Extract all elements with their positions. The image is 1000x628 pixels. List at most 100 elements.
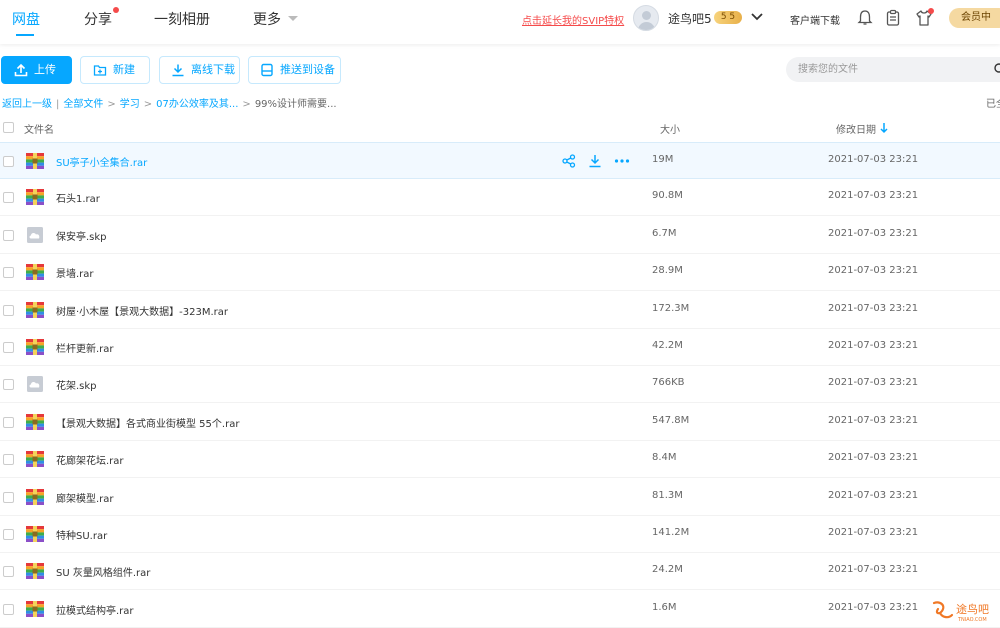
- table-row[interactable]: SU亭子小全集合.rar 19M 2021-07-03 23:21: [0, 142, 1000, 179]
- table-header: 文件名 大小 修改日期: [0, 117, 1000, 139]
- rar-file-icon: [26, 339, 44, 355]
- row-checkbox[interactable]: [3, 529, 14, 540]
- table-row[interactable]: 栏杆更新.rar 42.2M 2021-07-03 23:21: [0, 329, 1000, 366]
- file-name[interactable]: 栏杆更新.rar: [56, 340, 114, 355]
- column-header-date[interactable]: 修改日期: [836, 121, 876, 136]
- row-checkbox[interactable]: [3, 304, 14, 316]
- nav-tab-share[interactable]: 分享: [84, 9, 112, 29]
- chevron-down-icon[interactable]: [288, 16, 298, 21]
- svip-renew-link[interactable]: 点击延长我的SVIP特权: [522, 12, 624, 27]
- table-row[interactable]: 拉模式结构亭.rar 1.6M 2021-07-03 23:21: [0, 591, 1000, 628]
- file-name[interactable]: SU亭子小全集合.rar: [56, 154, 147, 169]
- file-name[interactable]: 特种SU.rar: [56, 527, 107, 542]
- more-icon[interactable]: [614, 154, 630, 168]
- file-size: 90.8M: [652, 190, 683, 202]
- nav-tab-album[interactable]: 一刻相册: [154, 9, 210, 29]
- skp-file-icon: [26, 376, 44, 393]
- push-to-device-button[interactable]: 推送到设备: [248, 56, 341, 84]
- row-checkbox[interactable]: [3, 342, 14, 353]
- file-size: 6.7M: [652, 227, 677, 239]
- file-name[interactable]: 景墙.rar: [56, 265, 94, 280]
- select-all-checkbox[interactable]: [3, 122, 14, 133]
- breadcrumb-item-study[interactable]: 学习: [120, 99, 140, 110]
- top-bar: 网盘 分享 一刻相册 更多 点击延长我的SVIP特权 途鸟吧5 5 5 客户端下…: [0, 0, 1000, 44]
- breadcrumb: 返回上一级 | 全部文件 > 学习 >07办公效率及其... >99%设计师需要...: [2, 99, 337, 110]
- table-row[interactable]: 石头1.rar 90.8M 2021-07-03 23:21: [0, 179, 1000, 217]
- file-modified-date: 2021-07-03 23:21: [828, 227, 919, 239]
- nav-tab-more[interactable]: 更多: [253, 9, 281, 29]
- breadcrumb-item-office[interactable]: 07办公效率及其...: [156, 99, 238, 110]
- file-size: 8.4M: [652, 452, 677, 464]
- member-center-button[interactable]: 会员中: [949, 8, 1000, 28]
- avatar[interactable]: [633, 5, 659, 31]
- upload-button[interactable]: 上传: [1, 56, 72, 84]
- table-row[interactable]: 特种SU.rar 141.2M 2021-07-03 23:21: [0, 516, 1000, 553]
- file-modified-date: 2021-07-03 23:21: [828, 601, 919, 613]
- file-modified-date: 2021-07-03 23:21: [828, 154, 919, 165]
- rar-file-icon: [26, 264, 44, 281]
- search-icon[interactable]: [994, 63, 1000, 75]
- new-button[interactable]: 新建: [80, 56, 150, 84]
- column-header-name[interactable]: 文件名: [24, 121, 54, 136]
- rar-file-icon: [26, 301, 44, 318]
- file-size: 547.8M: [652, 414, 690, 426]
- row-checkbox[interactable]: [3, 491, 14, 503]
- bell-icon[interactable]: [856, 9, 874, 27]
- file-name[interactable]: 廊架模型.rar: [56, 490, 114, 505]
- breadcrumb-back-link[interactable]: 返回上一级: [2, 99, 52, 110]
- row-checkbox[interactable]: [3, 229, 14, 241]
- client-download-link[interactable]: 客户端下载: [790, 12, 840, 27]
- search-input[interactable]: 搜索您的文件: [786, 57, 1000, 82]
- download-icon[interactable]: [588, 154, 602, 168]
- file-modified-date: 2021-07-03 23:21: [828, 377, 919, 389]
- clipboard-icon[interactable]: [884, 9, 902, 27]
- row-checkbox[interactable]: [3, 416, 14, 428]
- file-name[interactable]: 拉模式结构亭.rar: [56, 602, 134, 617]
- row-checkbox[interactable]: [3, 379, 14, 391]
- file-size: 1.6M: [652, 601, 677, 613]
- share-icon[interactable]: [562, 154, 576, 168]
- file-size: 141.2M: [652, 527, 690, 538]
- row-checkbox[interactable]: [3, 156, 14, 167]
- offline-download-button[interactable]: 离线下载: [159, 56, 240, 84]
- table-row[interactable]: 【景观大数据】各式商业街模型 55个.rar 547.8M 2021-07-03 2…: [0, 404, 1000, 441]
- sort-descending-icon[interactable]: [879, 122, 889, 134]
- file-name[interactable]: 【景观大数据】各式商业街模型 55个.rar: [56, 415, 239, 430]
- file-size: 81.3M: [652, 489, 683, 501]
- row-checkbox[interactable]: [3, 603, 14, 615]
- file-modified-date: 2021-07-03 23:21: [828, 527, 919, 538]
- table-row[interactable]: 保安亭.skp 6.7M 2021-07-03 23:21: [0, 217, 1000, 254]
- table-row[interactable]: 树屋·小木屋【景观大数据】-323M.rar 172.3M 2021-07-03 2…: [0, 292, 1000, 329]
- file-modified-date: 2021-07-03 23:21: [828, 414, 919, 426]
- row-checkbox[interactable]: [3, 267, 14, 279]
- nav-tab-netdisk[interactable]: 网盘: [12, 9, 40, 29]
- file-name[interactable]: 石头1.rar: [56, 190, 100, 205]
- rar-file-icon: [26, 413, 44, 430]
- device-icon: [261, 63, 273, 77]
- file-name[interactable]: 花架.skp: [56, 377, 97, 392]
- table-row[interactable]: SU 灰量风格组件.rar 24.2M 2021-07-03 23:21: [0, 553, 1000, 591]
- table-row[interactable]: 花廊架花坛.rar 8.4M 2021-07-03 23:21: [0, 441, 1000, 479]
- file-size: 19M: [652, 154, 674, 165]
- row-checkbox[interactable]: [3, 192, 14, 204]
- file-name[interactable]: 花廊架花坛.rar: [56, 452, 124, 467]
- breadcrumb-item-current: 99%设计师需要...: [254, 99, 337, 110]
- column-header-size[interactable]: 大小: [660, 121, 680, 136]
- table-row[interactable]: 景墙.rar 28.9M 2021-07-03 23:21: [0, 254, 1000, 292]
- file-modified-date: 2021-07-03 23:21: [828, 564, 919, 576]
- breadcrumb-item-all-files[interactable]: 全部文件: [63, 99, 103, 110]
- rar-file-icon: [26, 563, 44, 580]
- rar-file-icon: [26, 526, 44, 542]
- file-name[interactable]: 树屋·小木屋【景观大数据】-323M.rar: [56, 303, 228, 318]
- row-checkbox[interactable]: [3, 454, 14, 466]
- file-name[interactable]: SU 灰量风格组件.rar: [56, 564, 150, 579]
- rar-file-icon: [26, 451, 44, 468]
- table-row[interactable]: 廊架模型.rar 81.3M 2021-07-03 23:21: [0, 479, 1000, 516]
- svg-text:途鸟吧: 途鸟吧: [956, 602, 989, 616]
- file-name[interactable]: 保安亭.skp: [56, 228, 107, 243]
- row-checkbox[interactable]: [3, 566, 14, 578]
- chevron-down-icon[interactable]: [751, 12, 763, 22]
- username[interactable]: 途鸟吧5: [668, 10, 712, 27]
- table-row[interactable]: 花架.skp 766KB 2021-07-03 23:21: [0, 366, 1000, 404]
- new-folder-icon: [93, 65, 107, 76]
